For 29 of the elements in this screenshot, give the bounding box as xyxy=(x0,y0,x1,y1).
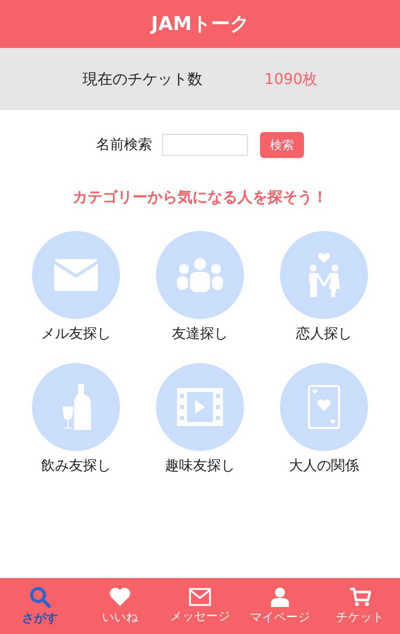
film-play-icon xyxy=(177,388,223,426)
search-icon xyxy=(29,586,51,608)
category-label: 飲み友探し xyxy=(41,457,111,475)
nav-tab[interactable]: さがす xyxy=(0,578,80,634)
people-group-icon xyxy=(177,258,223,292)
couple-icon xyxy=(307,253,341,297)
envelope-icon xyxy=(53,258,99,292)
ticket-label: 現在のチケット数 xyxy=(82,70,202,88)
category-label: 恋人探し xyxy=(296,325,352,343)
user-icon xyxy=(270,586,290,606)
heart-icon xyxy=(109,586,131,606)
category-label: 大人の関係 xyxy=(289,457,359,475)
category-label: 友達探し xyxy=(172,325,228,343)
name-search-label: 名前検索 xyxy=(96,136,152,154)
app-title: JAMトーク xyxy=(151,12,249,37)
nav-tab[interactable]: マイページ xyxy=(240,578,320,634)
envelope-icon xyxy=(189,588,211,606)
nav-tab[interactable]: いいね xyxy=(80,578,160,634)
ticket-count: 1090枚 xyxy=(264,70,318,88)
category-headline: カテゴリーから気になる人を探そう！ xyxy=(72,188,328,207)
cart-icon xyxy=(349,586,371,606)
nav-tab[interactable]: チケット xyxy=(320,578,400,634)
playing-card-icon xyxy=(308,385,340,429)
name-search-field[interactable] xyxy=(162,134,248,156)
category-label: 趣味友探し xyxy=(165,457,235,475)
wine-bottle-glass-icon xyxy=(60,384,92,430)
nav-tab[interactable]: メッセージ xyxy=(160,578,240,634)
category-label: メル友探し xyxy=(41,325,111,343)
search-button[interactable]: 検索 xyxy=(260,132,304,158)
